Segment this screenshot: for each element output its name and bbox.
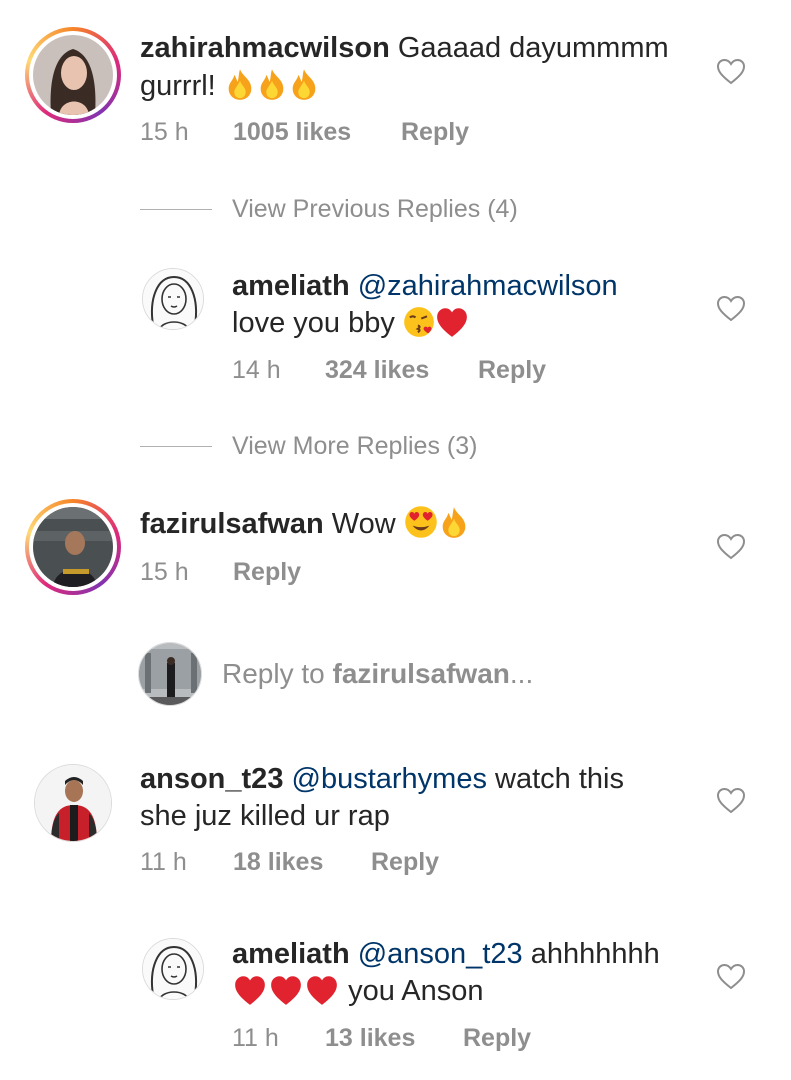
comment-text-line2: she juz killed ur rap bbox=[140, 800, 390, 832]
red-heart-emoji bbox=[437, 308, 467, 337]
view-previous-replies-label: View Previous Replies (4) bbox=[232, 194, 518, 223]
view-more-replies[interactable]: View More Replies (3) bbox=[140, 426, 477, 466]
comment-text: Gaaaad dayummmm bbox=[397, 32, 669, 64]
comment-likes[interactable]: 18 likes bbox=[233, 848, 371, 877]
red-heart-emoji bbox=[271, 976, 301, 1005]
avatar[interactable] bbox=[142, 938, 204, 1000]
fire-emoji bbox=[442, 507, 466, 538]
comment-text: ahhhhhhh bbox=[530, 938, 660, 970]
current-user-avatar bbox=[138, 642, 202, 706]
comment-text: love you bby bbox=[232, 307, 395, 339]
comment-text-line2: gurrrl! bbox=[140, 70, 216, 102]
fire-emoji bbox=[260, 69, 284, 100]
heart-outline-icon[interactable] bbox=[716, 532, 746, 560]
reply-button[interactable]: Reply bbox=[371, 848, 439, 877]
comment-time: 15 h bbox=[140, 118, 189, 146]
reply-placeholder[interactable]: Reply to fazirulsafwan... bbox=[222, 658, 533, 690]
view-previous-replies[interactable]: View Previous Replies (4) bbox=[140, 189, 518, 229]
comment-text: Wow bbox=[331, 508, 396, 540]
comment-mention[interactable]: @anson_t23 bbox=[358, 938, 523, 970]
comment-likes[interactable]: 1005 likes bbox=[233, 118, 401, 147]
comment-time: 11 h bbox=[140, 848, 187, 876]
comment-username[interactable]: zahirahmacwilson bbox=[140, 32, 390, 64]
comment-username[interactable]: fazirulsafwan bbox=[140, 508, 324, 540]
heart-outline-icon[interactable] bbox=[716, 962, 746, 990]
reply-placeholder-username: fazirulsafwan bbox=[332, 658, 510, 689]
avatar[interactable] bbox=[142, 268, 204, 330]
comment-body: fazirulsafwan Wow bbox=[140, 505, 700, 543]
comment-time: 11 h bbox=[232, 1024, 279, 1052]
reply-ameliath: ameliath @zahirahmacwilson love you bby … bbox=[0, 260, 791, 400]
avatar-story-ring[interactable] bbox=[25, 499, 121, 595]
comment-meta: 14 h 324 likes Reply bbox=[232, 356, 546, 385]
reply-ameliath-2: ameliath @anson_t23 ahhhhhhh you Anson 1… bbox=[0, 930, 791, 1070]
heart-eyes-emoji bbox=[404, 506, 437, 538]
comment-likes[interactable]: 324 likes bbox=[325, 356, 478, 385]
avatar-story-ring[interactable] bbox=[25, 27, 121, 123]
reply-button[interactable]: Reply bbox=[401, 118, 469, 147]
avatar bbox=[33, 35, 113, 115]
comment-meta: 11 h 13 likes Reply bbox=[232, 1024, 531, 1053]
reply-button[interactable]: Reply bbox=[463, 1024, 531, 1053]
reply-placeholder-prefix: Reply to bbox=[222, 658, 333, 689]
comment-body: ameliath @zahirahmacwilson love you bby bbox=[232, 268, 702, 342]
comment-username[interactable]: anson_t23 bbox=[140, 763, 283, 795]
reply-placeholder-suffix: ... bbox=[509, 658, 534, 689]
comment-body: ameliath @anson_t23 ahhhhhhh you Anson bbox=[232, 936, 702, 1010]
comment-meta: 15 h Reply bbox=[140, 558, 301, 587]
comment-body: anson_t23 @bustarhymes watch this she ju… bbox=[140, 761, 700, 835]
fire-emoji bbox=[292, 69, 316, 100]
comment-text: watch this bbox=[495, 763, 624, 795]
comment-time: 14 h bbox=[232, 356, 281, 384]
comment-username[interactable]: ameliath bbox=[232, 270, 350, 302]
comment-zahirahmacwilson: zahirahmacwilson Gaaaad dayummmm gurrrl!… bbox=[0, 0, 791, 160]
reply-button[interactable]: Reply bbox=[478, 356, 546, 385]
comment-mention[interactable]: @bustarhymes bbox=[292, 763, 487, 795]
comment-time: 15 h bbox=[140, 558, 189, 586]
reply-button[interactable]: Reply bbox=[233, 558, 301, 587]
red-heart-emoji bbox=[235, 976, 265, 1005]
reply-input[interactable]: Reply to fazirulsafwan... bbox=[138, 642, 738, 706]
avatar[interactable] bbox=[34, 764, 112, 842]
heart-outline-icon[interactable] bbox=[716, 57, 746, 85]
comment-meta: 15 h 1005 likes Reply bbox=[140, 118, 469, 147]
view-more-replies-label: View More Replies (3) bbox=[232, 431, 478, 460]
comment-body: zahirahmacwilson Gaaaad dayummmm gurrrl! bbox=[140, 30, 700, 105]
heart-outline-icon[interactable] bbox=[716, 786, 746, 814]
comment-username[interactable]: ameliath bbox=[232, 938, 350, 970]
comment-meta: 11 h 18 likes Reply bbox=[140, 848, 439, 877]
divider-line bbox=[140, 208, 212, 210]
fire-emoji bbox=[228, 69, 252, 100]
comment-anson_t23: anson_t23 @bustarhymes watch this she ju… bbox=[0, 755, 791, 885]
heart-outline-icon[interactable] bbox=[716, 294, 746, 322]
comment-likes[interactable]: 13 likes bbox=[325, 1024, 463, 1053]
avatar bbox=[33, 507, 113, 587]
divider-line bbox=[140, 445, 212, 447]
kiss-emoji bbox=[403, 306, 435, 338]
red-heart-emoji bbox=[307, 976, 337, 1005]
comment-fazirulsafwan: fazirulsafwan Wow 15 h Reply bbox=[0, 495, 791, 605]
comment-mention[interactable]: @zahirahmacwilson bbox=[358, 270, 618, 302]
comment-text-line2: you Anson bbox=[348, 975, 484, 1007]
